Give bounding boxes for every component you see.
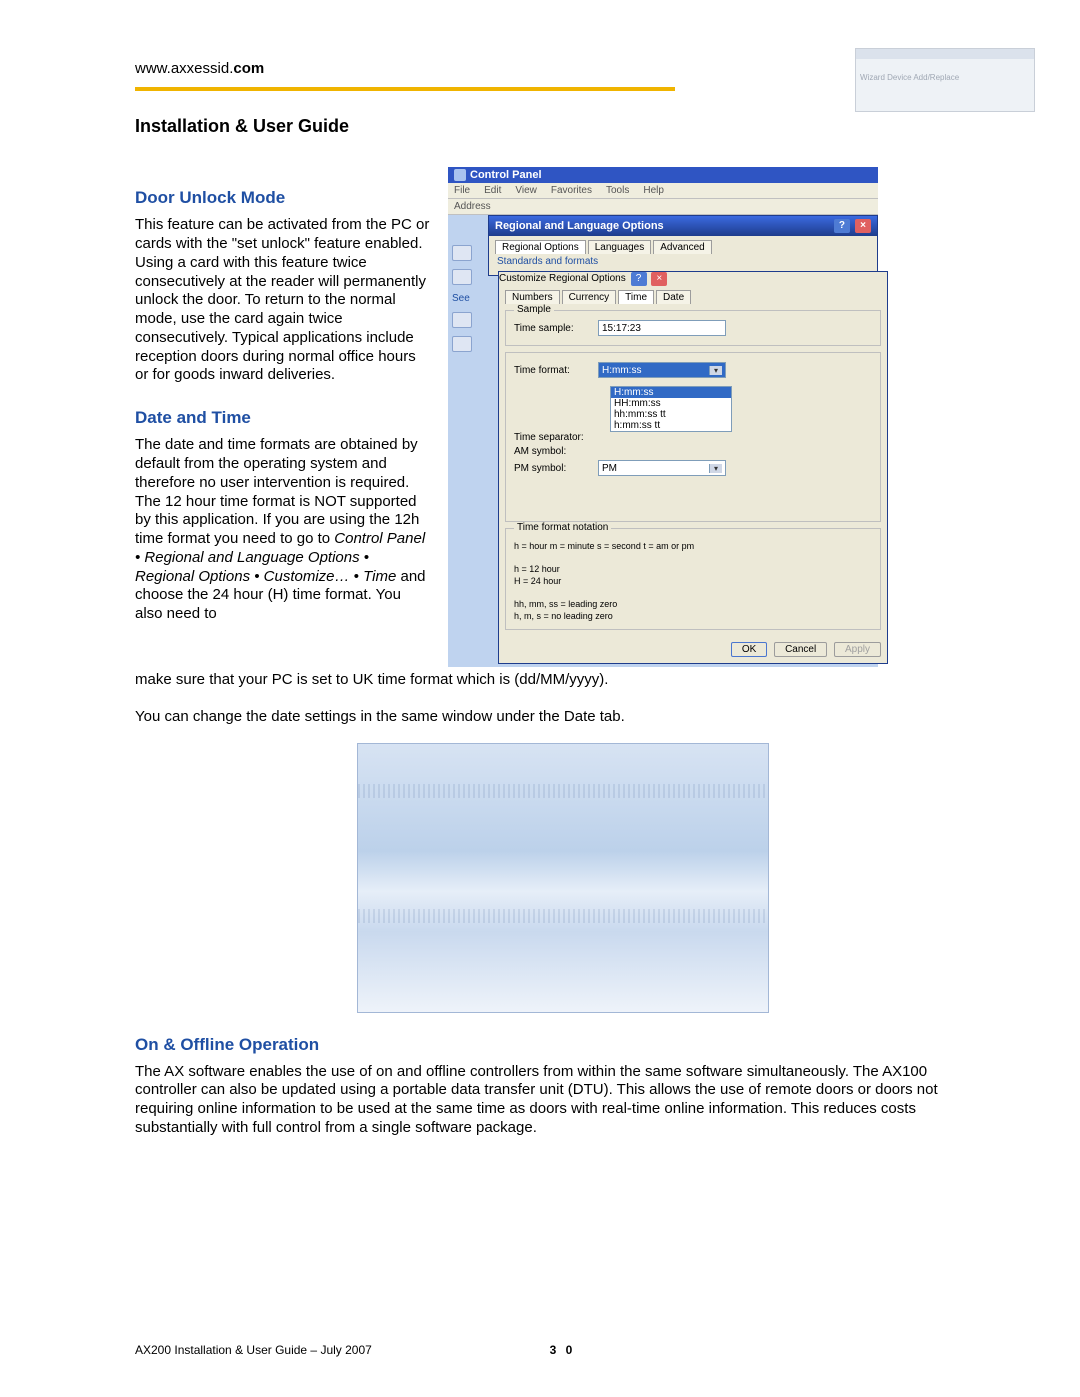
cp-icon — [454, 169, 466, 181]
standards-formats-label: Standards and formats — [489, 254, 877, 269]
cancel-button[interactable]: Cancel — [774, 642, 827, 657]
fmt-opt-0[interactable]: H:mm:ss — [611, 387, 731, 398]
date-time-fullwidth-b: You can change the date settings in the … — [135, 708, 990, 727]
date-time-fullwidth-a: make sure that your PC is set to UK time… — [135, 671, 990, 690]
tab-advanced[interactable]: Advanced — [653, 240, 711, 254]
fmt-opt-2[interactable]: hh:mm:ss tt — [611, 409, 731, 420]
menu-favorites[interactable]: Favorites — [551, 185, 592, 196]
pm-symbol-select[interactable]: PM▾ — [598, 460, 726, 476]
page-title: Installation & User Guide — [135, 116, 990, 137]
door-unlock-text: This feature can be activated from the P… — [135, 216, 430, 385]
dialog-customize-regional: Customize Regional Options ? × Numbers C… — [498, 271, 888, 664]
header-thumbnail: Wizard Device Add/Replace — [855, 48, 1035, 112]
notation-group: Time format notation h = hour m = minute… — [505, 528, 881, 630]
menu-tools[interactable]: Tools — [606, 185, 629, 196]
help-icon[interactable]: ? — [631, 272, 647, 286]
screenshot-regional-options: Control Panel File Edit View Favorites T… — [448, 167, 878, 667]
sidebar-icon — [452, 312, 472, 328]
time-sample-label: Time sample: — [514, 323, 592, 334]
reg-title-bar: Regional and Language Options ? × — [489, 216, 877, 236]
time-format-dropdown[interactable]: H:mm:ss HH:mm:ss hh:mm:ss tt h:mm:ss tt — [610, 386, 732, 432]
apply-button[interactable]: Apply — [834, 642, 881, 657]
reg-tabs: Regional Options Languages Advanced — [489, 236, 877, 254]
cp-address-bar: Address — [448, 199, 878, 215]
help-icon[interactable]: ? — [834, 219, 850, 233]
tab-numbers[interactable]: Numbers — [505, 290, 560, 304]
fmt-opt-3[interactable]: h:mm:ss tt — [611, 420, 731, 431]
sample-group: Sample Time sample: 15:17:23 — [505, 310, 881, 346]
ok-button[interactable]: OK — [731, 642, 767, 657]
section-date-time: Date and Time — [135, 407, 430, 428]
header-rule — [135, 87, 675, 91]
cp-menu-bar: File Edit View Favorites Tools Help — [448, 183, 878, 199]
menu-edit[interactable]: Edit — [484, 185, 501, 196]
page-number: 3 0 — [550, 1343, 576, 1357]
url-left: www.axxessid. — [135, 60, 233, 77]
close-icon[interactable]: × — [651, 272, 667, 286]
time-separator-label: Time separator: — [514, 432, 592, 443]
page-footer: AX200 Installation & User Guide – July 2… — [135, 1343, 990, 1357]
date-time-text: The date and time formats are obtained b… — [135, 436, 430, 624]
pm-symbol-label: PM symbol: — [514, 463, 592, 474]
dialog-regional-language: Regional and Language Options ? × Region… — [488, 215, 878, 276]
on-offline-text: The AX software enables the use of on an… — [135, 1063, 990, 1138]
tab-currency[interactable]: Currency — [562, 290, 617, 304]
cp-sidebar: See — [452, 245, 474, 352]
header: www.axxessid.com — [135, 60, 990, 77]
section-door-unlock: Door Unlock Mode — [135, 187, 430, 208]
am-symbol-label: AM symbol: — [514, 446, 592, 457]
sidebar-icon — [452, 269, 472, 285]
close-icon[interactable]: × — [855, 219, 871, 233]
header-url: www.axxessid.com — [135, 60, 264, 77]
section-on-offline: On & Offline Operation — [135, 1035, 990, 1055]
see-also-label: See — [452, 293, 474, 304]
footer-left: AX200 Installation & User Guide – July 2… — [135, 1343, 372, 1357]
menu-help[interactable]: Help — [643, 185, 664, 196]
formats-group: Time format: H:mm:ss▾ H:mm:ss HH:mm:ss h… — [505, 352, 881, 522]
tab-time[interactable]: Time — [618, 290, 654, 304]
tab-languages[interactable]: Languages — [588, 240, 652, 254]
left-text-column: Door Unlock Mode This feature can be act… — [135, 165, 430, 630]
fmt-opt-1[interactable]: HH:mm:ss — [611, 398, 731, 409]
screenshot-date-settings — [357, 743, 769, 1013]
chevron-down-icon[interactable]: ▾ — [709, 464, 722, 473]
time-format-select[interactable]: H:mm:ss▾ — [598, 362, 726, 378]
cust-title-bar: Customize Regional Options ? × — [499, 272, 887, 286]
time-format-label: Time format: — [514, 365, 592, 376]
tab-regional-options[interactable]: Regional Options — [495, 240, 586, 254]
cust-tabs: Numbers Currency Time Date — [499, 286, 887, 304]
time-sample-value: 15:17:23 — [598, 320, 726, 336]
sidebar-icon — [452, 245, 472, 261]
menu-view[interactable]: View — [515, 185, 537, 196]
dialog-buttons: OK Cancel Apply — [499, 636, 887, 663]
menu-file[interactable]: File — [454, 185, 470, 196]
tab-date[interactable]: Date — [656, 290, 691, 304]
sidebar-icon — [452, 336, 472, 352]
chevron-down-icon[interactable]: ▾ — [709, 366, 722, 375]
url-bold: com — [233, 60, 264, 77]
cp-window-title: Control Panel — [448, 167, 878, 183]
